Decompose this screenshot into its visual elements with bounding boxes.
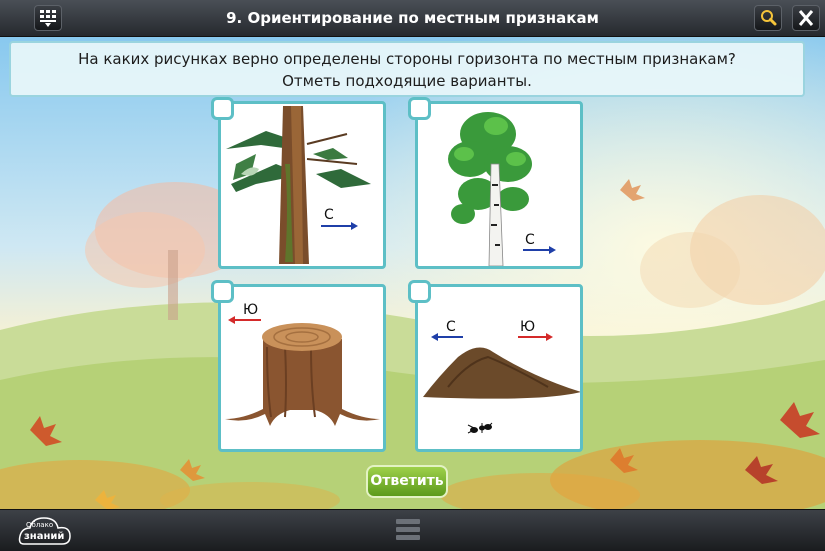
option-direction-label: С (324, 207, 334, 223)
hamburger-menu-icon[interactable] (396, 517, 420, 543)
page-title: 9. Ориентирование по местным признакам (226, 9, 599, 27)
option-card-spruce[interactable]: С (218, 101, 386, 269)
question-box: На каких рисунках верно определены сторо… (9, 41, 805, 97)
grid-menu-button[interactable] (34, 5, 62, 31)
top-bar: 9. Ориентирование по местным признакам (0, 0, 825, 37)
option-direction-label-right: Ю (520, 319, 535, 335)
option-checkbox-2[interactable] (408, 97, 431, 120)
option-checkbox-1[interactable] (211, 97, 234, 120)
close-icon (798, 10, 814, 26)
option-card-birch[interactable]: С (415, 101, 583, 269)
birch-tree-picture: С (448, 112, 556, 266)
tree-stump-picture: Ю (225, 302, 380, 426)
question-instruction: Отметь подходящие варианты. (282, 72, 532, 90)
question-text: На каких рисунках верно определены сторо… (78, 50, 736, 68)
spruce-tree-picture: С (226, 106, 371, 264)
search-button[interactable] (754, 5, 782, 31)
option-direction-label: С (525, 232, 535, 248)
close-button[interactable] (792, 5, 820, 31)
option-card-anthill[interactable]: С Ю (415, 284, 583, 452)
oblako-znaniy-logo[interactable]: Облако знаний (18, 516, 74, 548)
option-checkbox-3[interactable] (211, 280, 234, 303)
grid-menu-icon (40, 10, 56, 27)
logo-text-bottom: знаний (24, 531, 65, 542)
option-direction-label-left: С (446, 319, 456, 335)
option-card-stump[interactable]: Ю (218, 284, 386, 452)
anthill-picture: С Ю (423, 319, 580, 434)
logo-text-top: Облако (26, 521, 54, 529)
option-direction-label: Ю (243, 302, 258, 318)
option-checkbox-4[interactable] (408, 280, 431, 303)
bottom-bar: Облако знаний (0, 509, 825, 551)
answer-button[interactable]: Ответить (366, 465, 448, 498)
search-icon (761, 10, 777, 26)
